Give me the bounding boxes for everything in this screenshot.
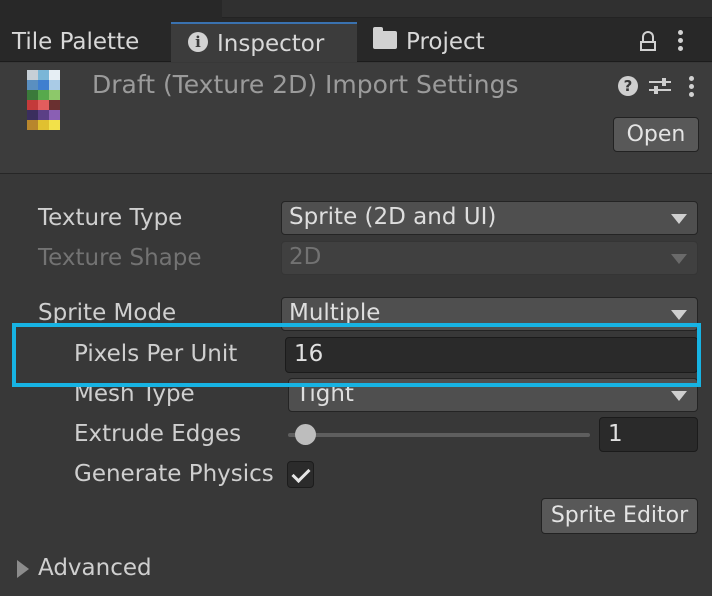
lock-icon[interactable] — [640, 31, 656, 51]
sprite-editor-button[interactable]: Sprite Editor — [541, 498, 698, 534]
thumbnail-cell — [27, 90, 38, 100]
texture-shape-label: Texture Shape — [38, 245, 202, 271]
dropdown-arrow-icon — [671, 391, 687, 401]
tab-tile-palette-label: Tile Palette — [12, 29, 140, 55]
texture-type-label: Texture Type — [38, 205, 183, 231]
thumbnail-cell — [27, 100, 38, 110]
thumbnail-cell — [38, 120, 49, 130]
texture-shape-value: 2D — [289, 244, 322, 270]
window-top-strip — [0, 0, 712, 22]
top-strip-inner — [222, 0, 712, 18]
extrude-edges-input[interactable]: 1 — [599, 417, 698, 452]
tab-tile-palette[interactable]: Tile Palette — [12, 22, 139, 62]
tab-project-label: Project — [406, 29, 485, 55]
dropdown-arrow-icon — [671, 310, 687, 320]
thumbnail-cell — [49, 100, 60, 110]
extrude-edges-slider-track[interactable] — [288, 433, 590, 437]
texture-type-dropdown[interactable]: Sprite (2D and UI) — [281, 201, 698, 235]
generate-physics-shape-checkbox[interactable] — [287, 461, 314, 488]
texture-thumbnail — [27, 70, 61, 136]
advanced-foldout-label[interactable]: Advanced — [38, 555, 152, 581]
open-button[interactable]: Open — [613, 117, 699, 152]
thumbnail-cell — [49, 110, 60, 120]
thumbnail-cell — [49, 70, 60, 80]
thumbnail-cell — [49, 90, 60, 100]
kebab-menu-icon[interactable] — [678, 30, 684, 54]
thumbnail-cell — [38, 90, 49, 100]
extrude-edges-label: Extrude Edges — [74, 421, 242, 447]
header-kebab-menu-icon[interactable] — [689, 76, 695, 100]
thumbnail-cell — [27, 110, 38, 120]
generate-physics-shape-label: Generate Physics S — [74, 461, 282, 487]
info-icon: i — [188, 31, 208, 52]
dropdown-arrow-icon — [671, 214, 687, 224]
thumbnail-cell — [27, 80, 38, 90]
thumbnail-cell — [38, 110, 49, 120]
tab-project[interactable]: Project — [373, 22, 485, 62]
foldout-arrow-icon[interactable] — [17, 560, 29, 578]
tab-inspector[interactable]: i Inspector — [171, 22, 357, 62]
thumbnail-cell — [27, 120, 38, 130]
tab-bar: Tile Palette i Inspector Project — [0, 22, 712, 62]
thumbnail-cell — [49, 80, 60, 90]
sliders-icon[interactable] — [649, 76, 671, 96]
extrude-edges-slider-handle[interactable] — [295, 424, 316, 445]
thumbnail-cell — [38, 70, 49, 80]
dropdown-arrow-icon — [671, 254, 687, 264]
folder-icon — [373, 26, 397, 49]
thumbnail-cell — [38, 100, 49, 110]
help-icon[interactable]: ? — [618, 76, 638, 96]
pixels-per-unit-highlight — [12, 323, 701, 387]
texture-type-value: Sprite (2D and UI) — [289, 204, 497, 230]
thumbnail-cell — [49, 120, 60, 130]
texture-shape-dropdown: 2D — [281, 241, 698, 275]
tab-inspector-label: Inspector — [217, 31, 325, 57]
thumbnail-cell — [38, 80, 49, 90]
page-title: Draft (Texture 2D) Import Settings — [92, 70, 519, 99]
thumbnail-cell — [27, 70, 38, 80]
